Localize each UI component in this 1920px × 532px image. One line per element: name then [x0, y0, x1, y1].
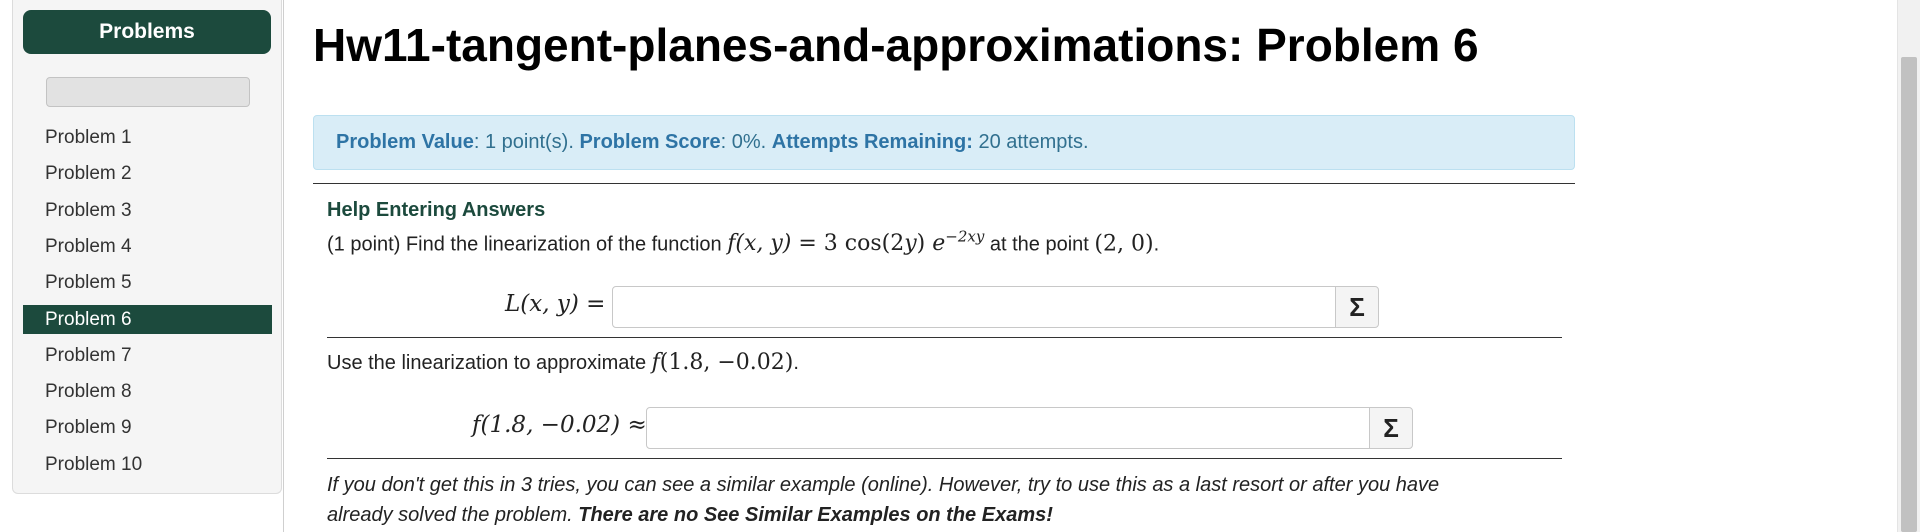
linearization-label: L(x, y) = [505, 291, 606, 317]
note-line-2: already solved the problem. There are no… [327, 500, 1439, 530]
problem-value-label: Problem Value [336, 131, 474, 153]
approximation-label: f(1.8, −0.02) ≈ [472, 412, 647, 438]
equation-editor-button-1[interactable]: Σ [1335, 286, 1379, 328]
note-line-1: If you don't get this in 3 tries, you ca… [327, 474, 1440, 496]
problem-score-label: Problem Score [579, 131, 721, 153]
sidebar-list: Problem 1 Problem 2 Problem 3 Problem 4 … [23, 124, 272, 487]
problem-info-box: Problem Value: 1 point(s). Problem Score… [313, 115, 1575, 170]
note-line-2-plain: already solved the problem. [327, 504, 579, 526]
equation-editor-button-2[interactable]: Σ [1369, 407, 1413, 449]
sidebar-item-problem-7[interactable]: Problem 7 [23, 342, 272, 378]
page-title: Hw11-tangent-planes-and-approximations: … [313, 19, 1479, 71]
sidebar-item-problem-10[interactable]: Problem 10 [23, 451, 272, 487]
help-entering-answers-link[interactable]: Help Entering Answers [327, 199, 545, 222]
sidebar-divider [283, 0, 284, 532]
note-line-2-bold: There are no See Similar Examples on the… [578, 504, 1053, 526]
statement-period: . [1153, 233, 1160, 256]
sidebar-item-problem-6[interactable]: Problem 6 [23, 305, 272, 335]
problem-score-text: : 0%. [720, 131, 772, 153]
sidebar-header: Problems [23, 10, 271, 54]
linearization-answer-input[interactable] [612, 286, 1336, 328]
attempts-remaining-text: 20 attempts. [972, 131, 1089, 153]
point-expression: (2, 0) [1094, 231, 1154, 257]
function-expression: f(x, y) = 3 cos(2y) e−2xy [727, 228, 985, 257]
problem-sidebar: Problems Problem 1 Problem 2 Problem 3 P… [12, 0, 282, 494]
sidebar-item-problem-9[interactable]: Problem 9 [23, 414, 272, 450]
attempts-remaining-label: Attempts Remaining: [771, 131, 973, 153]
divider-answer-2 [327, 458, 1562, 459]
sidebar-item-problem-4[interactable]: Problem 4 [23, 233, 272, 269]
approx-text: Use the linearization to approximate [327, 352, 652, 374]
approx-expression: f(1.8, −0.02) [651, 350, 794, 375]
approx-period: . [793, 352, 799, 374]
sidebar-item-problem-1[interactable]: Problem 1 [23, 124, 272, 160]
divider-top [313, 183, 1575, 184]
sidebar-item-problem-2[interactable]: Problem 2 [23, 160, 272, 196]
similar-example-note: If you don't get this in 3 tries, you ca… [327, 470, 1439, 530]
problem-intro: (1 point) Find the linearization of the … [327, 233, 728, 256]
problem-statement: (1 point) Find the linearization of the … [327, 228, 1159, 256]
sidebar-item-problem-5[interactable]: Problem 5 [23, 269, 272, 305]
sidebar-item-problem-3[interactable]: Problem 3 [23, 197, 272, 233]
sidebar-search-input[interactable] [46, 77, 250, 107]
page-scrollbar[interactable] [1897, 0, 1920, 532]
scrollbar-thumb[interactable] [1901, 57, 1917, 532]
approximation-answer-input[interactable] [646, 407, 1370, 449]
divider-answer-1 [327, 337, 1562, 338]
problem-value-text: : 1 point(s). [473, 131, 580, 153]
sidebar-item-problem-8[interactable]: Problem 8 [23, 378, 272, 414]
approximation-statement: Use the linearization to approximate f(1… [327, 350, 799, 375]
at-point-text: at the point [984, 233, 1095, 256]
